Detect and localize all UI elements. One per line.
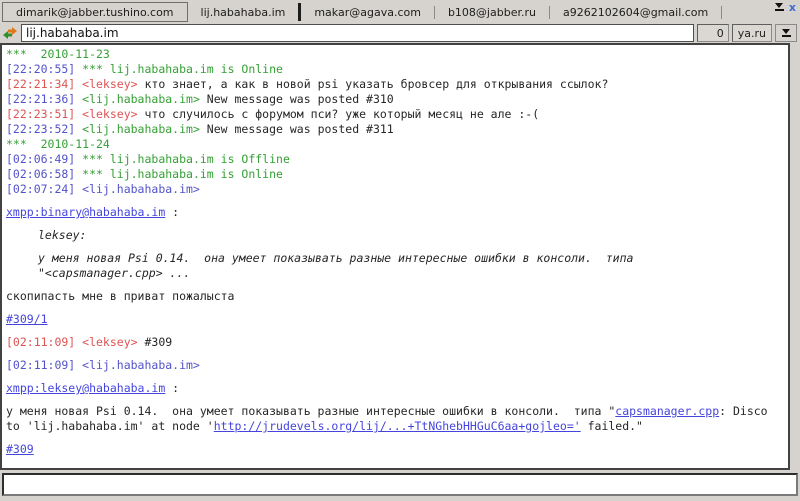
chat-text: <lij.habahaba.im> [75, 92, 200, 106]
chat-text: кто знает, а как в новой psi указать бро… [138, 77, 609, 91]
chat-line: скопипасть мне в приват пожалыста [6, 289, 784, 304]
chat-line: [22:23:52] <lij.habahaba.im> New message… [6, 122, 784, 137]
dropdown-triangle-icon [775, 3, 783, 8]
composer-area [0, 470, 800, 496]
chat-line: leksey: [6, 228, 784, 243]
chat-text: [02:11:09] <leksey> [6, 335, 138, 349]
chat-text: [02:07:24] <lij.habahaba.im> [6, 182, 200, 196]
chat-line: #309/1 [6, 312, 784, 327]
tab-item-dimarik[interactable]: dimarik@jabber.tushino.com [2, 2, 188, 22]
chat-text: New message was posted #311 [200, 122, 394, 136]
chat-text: New message was posted #310 [200, 92, 394, 106]
address-input[interactable] [21, 24, 694, 42]
chat-line: [22:21:34] <leksey> кто знает, а как в н… [6, 77, 784, 92]
chat-line: xmpp:binary@habahaba.im : [6, 205, 784, 220]
chat-link[interactable]: http://jrudevels.org/lij/...+TtNGhebHHGu… [214, 419, 581, 433]
chat-text: : [165, 381, 179, 395]
chat-line: [02:06:58] *** lij.habahaba.im is Online [6, 167, 784, 182]
chat-text: у меня новая Psi 0.14. она умеет показыв… [38, 251, 633, 265]
chat-link[interactable]: capsmanager.cpp [615, 404, 719, 418]
chat-text: : [165, 205, 179, 219]
chat-line: [02:11:09] <leksey> #309 [6, 335, 784, 350]
chat-line: #309 [6, 442, 784, 457]
chat-text: #309 [138, 335, 173, 349]
tab-bar: dimarik@jabber.tushino.com lij.habahaba.… [0, 0, 800, 22]
address-dropdown-button[interactable] [775, 24, 797, 42]
jabber-arrows-icon [2, 26, 18, 40]
chat-text: [22:23:52] [6, 122, 75, 136]
dropdown-triangle-icon [782, 29, 790, 34]
close-tab-icon[interactable]: x [789, 3, 796, 13]
chat-text: [22:21:36] [6, 92, 75, 106]
tab-item-b108[interactable]: b108@jabber.ru [435, 2, 549, 22]
chat-text: *** lij.habahaba.im is Offline [75, 152, 290, 166]
chat-text: скопипасть мне в приват пожалыста [6, 289, 234, 303]
chat-text: *** 2010-11-24 [6, 137, 110, 151]
chat-text: [02:06:58] [6, 167, 75, 181]
chat-line: [22:23:51] <leksey> что случилось с фору… [6, 107, 784, 122]
chat-text: *** lij.habahaba.im is Online [75, 62, 283, 76]
chat-line: *** 2010-11-23 [6, 47, 784, 62]
chat-text: *** 2010-11-23 [6, 47, 110, 61]
tab-item-makar[interactable]: makar@agava.com [301, 2, 434, 22]
chat-line: "<capsmanager.cpp> ... [6, 266, 784, 281]
dropdown-underline [775, 9, 784, 11]
unread-counter: 0 [697, 24, 729, 42]
tab-item-lij-habahaba[interactable]: lij.habahaba.im [188, 2, 299, 22]
chat-log[interactable]: *** 2010-11-23[22:20:55] *** lij.habahab… [0, 43, 790, 470]
chat-text: "<capsmanager.cpp> ... [38, 266, 190, 280]
address-dropdown-inner [782, 29, 791, 37]
chat-line: xmpp:leksey@habahaba.im : [6, 381, 784, 396]
tab-item-gmail[interactable]: a9262102604@gmail.com [550, 2, 721, 22]
chat-text: у меня новая Psi 0.14. она умеет показыв… [6, 404, 615, 418]
chat-text: failed." [581, 419, 643, 433]
chat-line: [02:06:49] *** lij.habahaba.im is Offlin… [6, 152, 784, 167]
chat-text: *** lij.habahaba.im is Online [75, 167, 283, 181]
chat-text: leksey: [38, 228, 86, 242]
chat-text: [22:21:34] <leksey> [6, 77, 138, 91]
chat-link[interactable]: #309 [6, 442, 34, 456]
chat-text: [02:11:09] <lij.habahaba.im> [6, 358, 200, 372]
chat-text: что случилось с форумом пси? уже который… [138, 107, 540, 121]
dropdown-underline [782, 35, 791, 37]
chat-line: [02:07:24] <lij.habahaba.im> [6, 182, 784, 197]
chat-text: [22:20:55] [6, 62, 75, 76]
chat-line: [22:20:55] *** lij.habahaba.im is Online [6, 62, 784, 77]
chat-text: <lij.habahaba.im> [75, 122, 200, 136]
chat-line: *** 2010-11-24 [6, 137, 784, 152]
address-bar: 0 ya.ru [0, 22, 800, 43]
chat-line: [02:11:09] <lij.habahaba.im> [6, 358, 784, 373]
chat-line: у меня новая Psi 0.14. она умеет показыв… [6, 404, 784, 434]
chat-line: у меня новая Psi 0.14. она умеет показыв… [6, 251, 784, 266]
message-input[interactable] [2, 473, 798, 496]
chat-link[interactable]: xmpp:leksey@habahaba.im [6, 381, 165, 395]
chat-text: [02:06:49] [6, 152, 75, 166]
tab-separator [721, 6, 722, 19]
quicklink-button[interactable]: ya.ru [732, 24, 772, 42]
tabs-overflow-button[interactable] [775, 3, 784, 11]
tabbar-buttons: x [771, 2, 800, 22]
chat-line: [22:21:36] <lij.habahaba.im> New message… [6, 92, 784, 107]
chat-text: [22:23:51] <leksey> [6, 107, 138, 121]
chat-link[interactable]: xmpp:binary@habahaba.im [6, 205, 165, 219]
chat-link[interactable]: #309/1 [6, 312, 48, 326]
